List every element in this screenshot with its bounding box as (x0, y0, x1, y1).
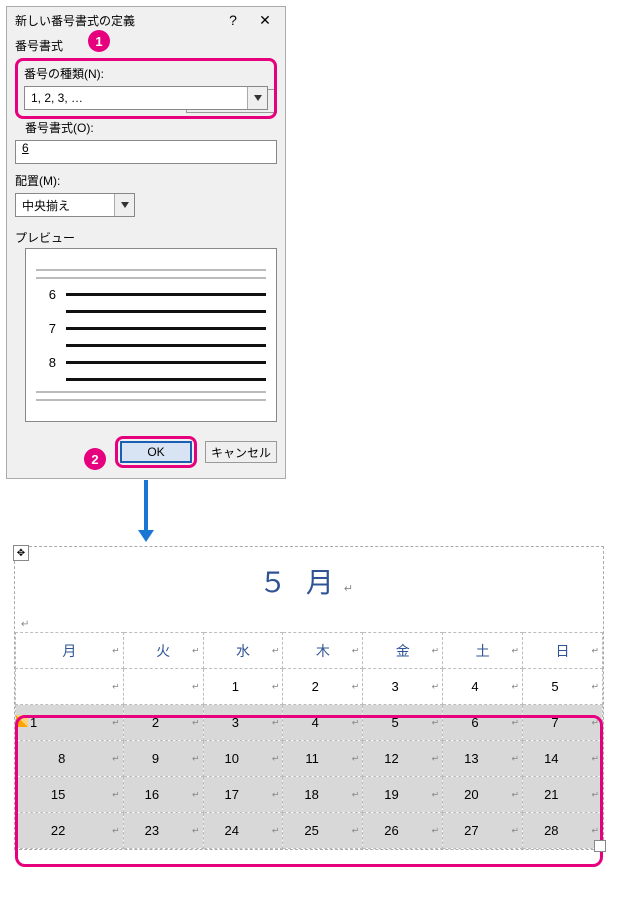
number-format-input[interactable]: 6 (15, 140, 277, 164)
callout-badge: 2 (84, 448, 106, 470)
chevron-down-icon (247, 87, 267, 109)
cell[interactable]: 16↵ (123, 777, 203, 813)
preview-label: プレビュー (7, 229, 285, 248)
cell[interactable]: 8↵ (16, 741, 124, 777)
preview-num: 8 (36, 355, 56, 370)
arrow-down-icon (144, 480, 148, 532)
preview-num: 6 (36, 287, 56, 302)
cancel-button[interactable]: キャンセル (205, 441, 277, 463)
cell[interactable]: 1↵ (203, 669, 283, 705)
number-type-label: 番号の種類(N): (24, 65, 268, 82)
calendar-title: ５ 月↵ (15, 547, 603, 619)
cell[interactable]: 27↵ (443, 813, 523, 849)
move-handle-icon[interactable]: ✥ (13, 545, 29, 561)
cell[interactable]: 1↵ (16, 705, 124, 741)
table-row: ↵ ↵ 1↵ 2↵ 3↵ 4↵ 5↵ (16, 669, 603, 705)
cell[interactable]: 21↵ (523, 777, 603, 813)
cell[interactable]: 11↵ (283, 741, 363, 777)
day-header: 金↵ (363, 633, 443, 669)
table-row: 22↵ 23↵ 24↵ 25↵ 26↵ 27↵ 28↵ (16, 813, 603, 849)
cell[interactable]: 12↵ (363, 741, 443, 777)
cell[interactable]: 24↵ (203, 813, 283, 849)
preview-area: 6 7 8 (25, 248, 277, 422)
cell[interactable]: 15↵ (16, 777, 124, 813)
table-row: 1↵ 2↵ 3↵ 4↵ 5↵ 6↵ 7↵ (16, 705, 603, 741)
cell[interactable]: 6↵ (443, 705, 523, 741)
day-header: 日↵ (523, 633, 603, 669)
number-type-value: 1, 2, 3, … (25, 91, 247, 105)
cell[interactable]: ↵ (123, 669, 203, 705)
cell[interactable]: 5↵ (363, 705, 443, 741)
pencil-icon (16, 715, 28, 727)
alignment-combo[interactable]: 中央揃え (15, 193, 135, 217)
cell[interactable]: 22↵ (16, 813, 124, 849)
cell[interactable]: 28↵ (523, 813, 603, 849)
alignment-value: 中央揃え (16, 197, 114, 214)
table-row: 8↵ 9↵ 10↵ 11↵ 12↵ 13↵ 14↵ (16, 741, 603, 777)
ok-highlight: OK (115, 436, 197, 468)
cell[interactable]: 18↵ (283, 777, 363, 813)
cell[interactable]: 2↵ (283, 669, 363, 705)
alignment-label: 配置(M): (15, 172, 277, 189)
calendar-table: ✥ ５ 月↵ ↵ 月↵ 火↵ 水↵ 木↵ 金↵ 土↵ 日↵ ↵ ↵ 1↵ 2↵ … (14, 546, 604, 850)
cell[interactable]: 17↵ (203, 777, 283, 813)
cell[interactable]: 3↵ (203, 705, 283, 741)
preview-num: 7 (36, 321, 56, 336)
cell[interactable]: 20↵ (443, 777, 523, 813)
help-button[interactable]: ? (217, 9, 249, 31)
titlebar: 新しい番号書式の定義 ? ✕ (7, 7, 285, 33)
day-header: 木↵ (283, 633, 363, 669)
resize-handle-icon[interactable] (594, 840, 606, 852)
cell[interactable]: 7↵ (523, 705, 603, 741)
cell[interactable]: 2↵ (123, 705, 203, 741)
cell[interactable]: 14↵ (523, 741, 603, 777)
section-label: 番号書式 (7, 33, 285, 56)
cell[interactable]: 3↵ (363, 669, 443, 705)
calendar-grid: 月↵ 火↵ 水↵ 木↵ 金↵ 土↵ 日↵ ↵ ↵ 1↵ 2↵ 3↵ 4↵ 5↵ … (15, 632, 603, 849)
cell[interactable]: 19↵ (363, 777, 443, 813)
day-header: 土↵ (443, 633, 523, 669)
header-row: 月↵ 火↵ 水↵ 木↵ 金↵ 土↵ 日↵ (16, 633, 603, 669)
number-format-value: 6 (22, 141, 29, 155)
day-header: 月↵ (16, 633, 124, 669)
day-header: 水↵ (203, 633, 283, 669)
paragraph-mark: ↵ (15, 619, 603, 632)
ok-button[interactable]: OK (120, 441, 192, 463)
number-format-label: 番号書式(O): (25, 119, 277, 136)
chevron-down-icon (114, 194, 134, 216)
month-label: ５ 月 (259, 568, 340, 599)
table-row: 15↵ 16↵ 17↵ 18↵ 19↵ 20↵ 21↵ (16, 777, 603, 813)
callout-badge: 1 (88, 30, 110, 52)
dialog-title: 新しい番号書式の定義 (15, 12, 217, 29)
cell[interactable]: 26↵ (363, 813, 443, 849)
cell[interactable]: ↵ (16, 669, 124, 705)
cell[interactable]: 25↵ (283, 813, 363, 849)
cell[interactable]: 13↵ (443, 741, 523, 777)
number-type-combo[interactable]: 1, 2, 3, … (24, 86, 268, 110)
day-header: 火↵ (123, 633, 203, 669)
close-button[interactable]: ✕ (249, 9, 281, 31)
cell[interactable]: 23↵ (123, 813, 203, 849)
cell[interactable]: 9↵ (123, 741, 203, 777)
cell[interactable]: 4↵ (283, 705, 363, 741)
cell[interactable]: 10↵ (203, 741, 283, 777)
number-format-dialog: 新しい番号書式の定義 ? ✕ 番号書式 番号の種類(N): 1, 2, 3, …… (6, 6, 286, 479)
cell[interactable]: 4↵ (443, 669, 523, 705)
cell[interactable]: 5↵ (523, 669, 603, 705)
